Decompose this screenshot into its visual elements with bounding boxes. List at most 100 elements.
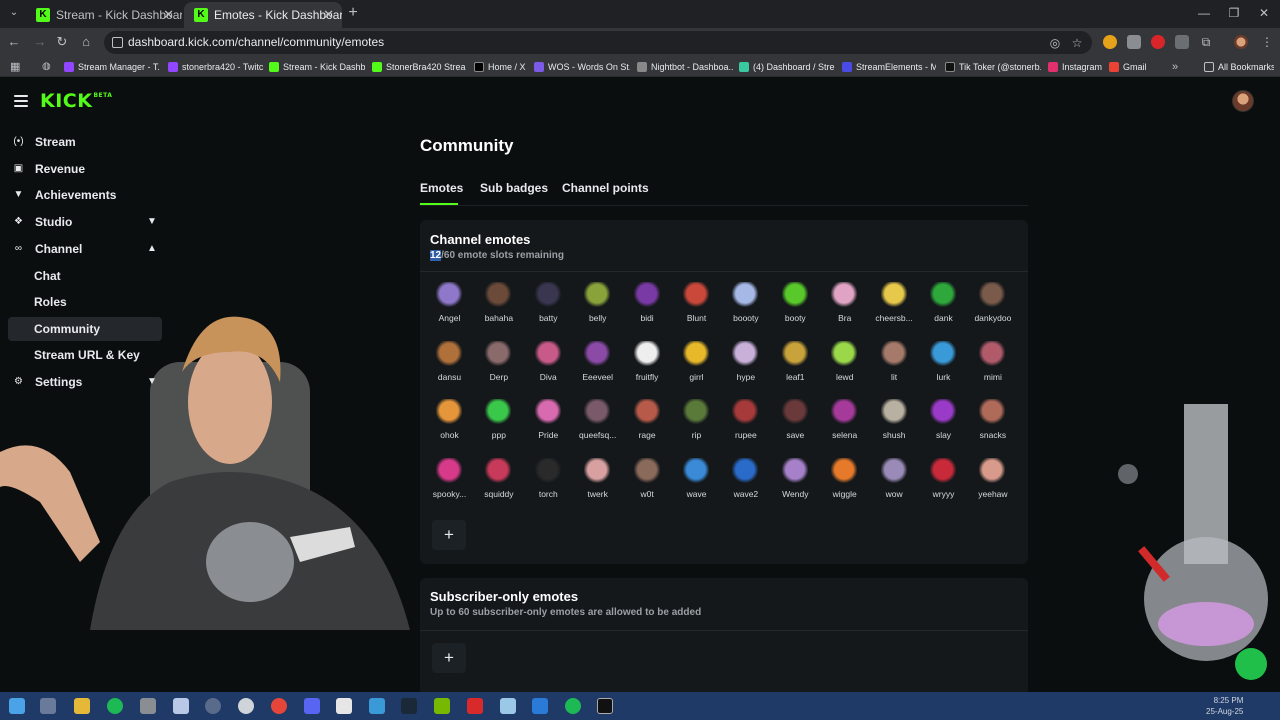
user-avatar[interactable]	[1232, 90, 1254, 112]
all-bookmarks-button[interactable]: All Bookmarks	[1204, 57, 1274, 77]
chevron-up-icon[interactable]: ▲	[144, 241, 160, 257]
bookmark-item[interactable]: Stream - Kick Dashb...	[269, 57, 365, 77]
emote-tile[interactable]: booty	[771, 282, 820, 340]
sidebar-item-revenue[interactable]: ▣ Revenue	[8, 157, 162, 181]
close-icon[interactable]: ✕	[163, 2, 174, 28]
spotify-icon[interactable]	[565, 698, 581, 714]
emote-tile[interactable]: save	[771, 399, 820, 457]
browser-tab-emotes[interactable]: K Emotes - Kick Dashboard ✕	[184, 2, 342, 28]
emote-tile[interactable]: girrl	[672, 340, 721, 399]
emote-tile[interactable]: w0t	[623, 458, 672, 516]
emote-tile[interactable]: Pride	[524, 399, 573, 457]
browser-tab-stream[interactable]: K Stream - Kick Dashboard ✕	[26, 2, 182, 28]
bookmark-item[interactable]: WOS - Words On St...	[534, 57, 630, 77]
tab-sub-badges[interactable]: Sub badges	[480, 181, 548, 195]
emote-tile[interactable]: bahaha	[474, 282, 523, 340]
emote-tile[interactable]: batty	[524, 282, 573, 340]
emote-tile[interactable]: dankydoo	[968, 282, 1017, 340]
emote-tile[interactable]: wryyy	[919, 458, 968, 516]
emote-tile[interactable]: boooty	[721, 282, 770, 340]
emote-tile[interactable]: torch	[524, 458, 573, 516]
reload-icon[interactable]: ↻	[54, 34, 70, 50]
bookmark-item[interactable]: Instagram	[1048, 57, 1104, 77]
close-window-icon[interactable]: ✕	[1256, 4, 1272, 22]
sidebar-item-stream[interactable]: (•) Stream	[8, 130, 162, 154]
extension-icon[interactable]	[1103, 35, 1117, 49]
forward-icon[interactable]: →	[32, 34, 48, 50]
emote-tile[interactable]: lewd	[820, 340, 869, 399]
sidebar-subitem-chat[interactable]: Chat	[8, 264, 162, 288]
bluetooth-icon[interactable]	[532, 698, 548, 714]
eye-off-icon[interactable]: ◎	[1048, 36, 1062, 50]
emote-tile[interactable]: lurk	[919, 340, 968, 399]
home-icon[interactable]: ⌂	[78, 34, 94, 50]
emote-tile[interactable]: leaf1	[771, 340, 820, 399]
emote-tile[interactable]: slay	[919, 399, 968, 457]
emote-tile[interactable]: twerk	[573, 458, 622, 516]
emote-tile[interactable]: Eeeveel	[573, 340, 622, 399]
sidebar-item-achievements[interactable]: ▼ Achievements	[8, 183, 162, 207]
address-bar[interactable]: dashboard.kick.com/channel/community/emo…	[104, 31, 1092, 54]
shield-extension-icon[interactable]	[1175, 35, 1189, 49]
support-chat-icon[interactable]	[1235, 648, 1267, 680]
spotify-icon[interactable]	[107, 698, 123, 714]
emote-tile[interactable]: wow	[870, 458, 919, 516]
steam-icon[interactable]	[401, 698, 417, 714]
bookmark-item[interactable]: Stream Manager - T...	[64, 57, 160, 77]
bookmarks-overflow-icon[interactable]: »	[1172, 57, 1184, 77]
extension-icon[interactable]	[1151, 35, 1165, 49]
emote-tile[interactable]: snacks	[968, 399, 1017, 457]
emote-tile[interactable]: dank	[919, 282, 968, 340]
close-icon[interactable]: ✕	[323, 2, 334, 28]
emote-tile[interactable]: bidi	[623, 282, 672, 340]
emote-tile[interactable]: mimi	[968, 340, 1017, 399]
emote-tile[interactable]: rupee	[721, 399, 770, 457]
minimize-icon[interactable]: —	[1196, 4, 1212, 22]
chrome-icon[interactable]	[271, 698, 287, 714]
emote-tile[interactable]: Wendy	[771, 458, 820, 516]
sidebar-item-studio[interactable]: ❖ Studio ▼	[8, 210, 162, 234]
emote-tile[interactable]: fruitfly	[623, 340, 672, 399]
hamburger-menu-icon[interactable]	[14, 95, 28, 107]
emote-tile[interactable]: wiggle	[820, 458, 869, 516]
app-icon[interactable]	[467, 698, 483, 714]
ndi-icon[interactable]	[336, 698, 352, 714]
bookmark-item[interactable]: StonerBra420 Strea...	[372, 57, 466, 77]
emote-tile[interactable]: cheersb...	[870, 282, 919, 340]
calculator-icon[interactable]	[369, 698, 385, 714]
epic-games-icon[interactable]	[597, 698, 613, 714]
file-explorer-icon[interactable]	[74, 698, 90, 714]
emote-tile[interactable]: selena	[820, 399, 869, 457]
app-icon[interactable]	[205, 698, 221, 714]
tab-search-icon[interactable]: ⌄	[6, 5, 22, 21]
site-info-icon[interactable]	[112, 37, 123, 48]
emote-tile[interactable]: rip	[672, 399, 721, 457]
emote-tile[interactable]: wave	[672, 458, 721, 516]
nvidia-icon[interactable]	[434, 698, 450, 714]
app-icon[interactable]	[140, 698, 156, 714]
emote-tile[interactable]: lit	[870, 340, 919, 399]
browser-menu-icon[interactable]: ⋮	[1260, 35, 1274, 49]
add-subscriber-emote-button[interactable]: +	[432, 643, 466, 673]
bookmark-item[interactable]: (4) Dashboard / Stre...	[739, 57, 835, 77]
emote-tile[interactable]: belly	[573, 282, 622, 340]
chevron-down-icon[interactable]: ▼	[144, 214, 160, 230]
system-clock[interactable]: 8:25 PM 25-Aug-25	[1206, 695, 1243, 717]
sidebar-item-channel[interactable]: ∞ Channel ▲	[8, 237, 162, 261]
extension-icon[interactable]	[1127, 35, 1141, 49]
emote-tile[interactable]: shush	[870, 399, 919, 457]
bookmark-item[interactable]: Gmail	[1109, 57, 1149, 77]
bookmark-item[interactable]: Nightbot - Dashboa...	[637, 57, 733, 77]
emote-tile[interactable]: wave2	[721, 458, 770, 516]
back-icon[interactable]: ←	[6, 34, 22, 50]
bookmark-item[interactable]: Tik Toker (@stonerb...	[945, 57, 1041, 77]
emote-tile[interactable]: Diva	[524, 340, 573, 399]
restore-icon[interactable]: ❐	[1226, 4, 1242, 22]
emote-tile[interactable]: queefsq...	[573, 399, 622, 457]
new-tab-button[interactable]: +	[346, 4, 360, 22]
tab-emotes[interactable]: Emotes	[420, 181, 463, 195]
emote-tile[interactable]: Derp	[474, 340, 523, 399]
windows-start-icon[interactable]	[9, 698, 25, 714]
emote-tile[interactable]: Blunt	[672, 282, 721, 340]
tab-channel-points[interactable]: Channel points	[562, 181, 649, 195]
